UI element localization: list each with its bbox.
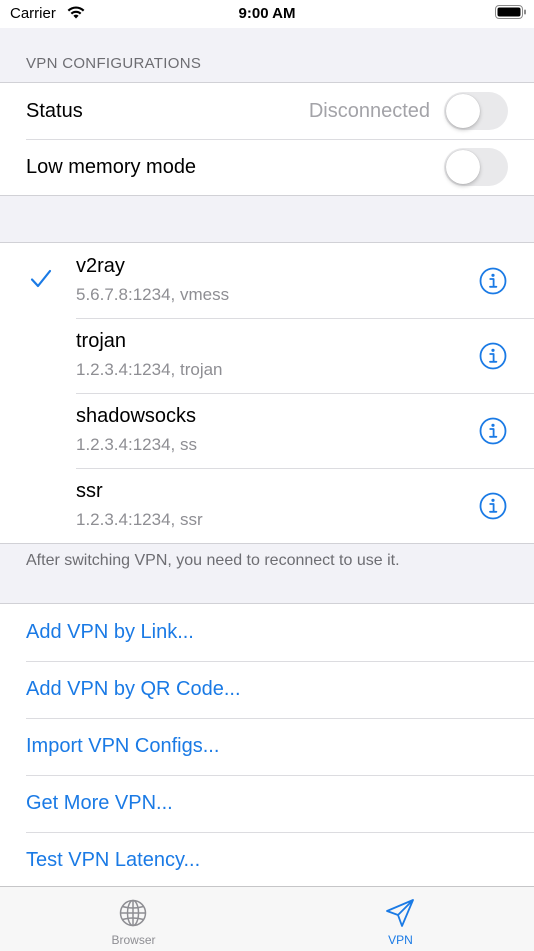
status-toggle[interactable] (444, 92, 508, 130)
paper-plane-icon (384, 897, 416, 934)
section-header-vpn-configurations: VPN CONFIGURATIONS (26, 55, 202, 72)
battery-icon (495, 5, 527, 25)
vpn-detail: 5.6.7.8:1234, vmess (76, 285, 230, 304)
info-icon[interactable] (479, 267, 507, 300)
vpn-name: ssr (76, 480, 103, 502)
vpn-footer-note: After switching VPN, you need to reconne… (26, 552, 400, 569)
action-label: Test VPN Latency... (26, 849, 201, 871)
actions-group: Add VPN by Link... Add VPN by QR Code...… (0, 603, 534, 890)
info-icon[interactable] (479, 342, 507, 375)
status-row: Status Disconnected (0, 83, 534, 139)
status-bar: Carrier 9:00 AM (0, 0, 534, 28)
vpn-item-ssr[interactable]: ssr 1.2.3.4:1234, ssr (0, 468, 534, 543)
info-icon[interactable] (479, 417, 507, 450)
status-label: Status (26, 99, 83, 122)
vpn-detail: 1.2.3.4:1234, ss (76, 435, 197, 454)
tab-bar: Browser VPN (0, 886, 534, 951)
vpn-item-v2ray[interactable]: v2ray 5.6.7.8:1234, vmess (0, 243, 534, 318)
clock: 9:00 AM (238, 5, 296, 22)
vpn-item-trojan[interactable]: trojan 1.2.3.4:1234, trojan (0, 318, 534, 393)
vpn-name: trojan (76, 330, 127, 352)
tab-label: Browser (111, 933, 156, 947)
add-vpn-by-qr-code-button[interactable]: Add VPN by QR Code... (0, 661, 534, 718)
get-more-vpn-button[interactable]: Get More VPN... (0, 775, 534, 832)
low-memory-row: Low memory mode (0, 139, 534, 195)
tab-vpn[interactable]: VPN (267, 887, 534, 951)
test-vpn-latency-button[interactable]: Test VPN Latency... (0, 832, 534, 889)
checkmark-icon (30, 269, 52, 294)
toggle-knob (446, 94, 480, 128)
vpn-list: v2ray 5.6.7.8:1234, vmess trojan 1.2.3.4… (0, 242, 534, 544)
low-memory-toggle[interactable] (444, 148, 508, 186)
action-label: Import VPN Configs... (26, 735, 220, 757)
action-label: Add VPN by Link... (26, 621, 194, 643)
status-value: Disconnected (308, 99, 430, 122)
tab-browser[interactable]: Browser (0, 887, 267, 951)
vpn-detail: 1.2.3.4:1234, ssr (76, 510, 203, 529)
import-vpn-configs-button[interactable]: Import VPN Configs... (0, 718, 534, 775)
toggle-knob (446, 150, 480, 184)
add-vpn-by-link-button[interactable]: Add VPN by Link... (0, 604, 534, 661)
vpn-name: shadowsocks (76, 405, 197, 427)
vpn-name: v2ray (76, 255, 125, 277)
info-icon[interactable] (479, 492, 507, 525)
globe-icon (117, 897, 149, 934)
action-label: Get More VPN... (26, 792, 173, 814)
vpn-item-shadowsocks[interactable]: shadowsocks 1.2.3.4:1234, ss (0, 393, 534, 468)
action-label: Add VPN by QR Code... (26, 678, 241, 700)
tab-label: VPN (388, 933, 413, 947)
config-group: Status Disconnected Low memory mode (0, 82, 534, 196)
low-memory-label: Low memory mode (26, 155, 197, 178)
vpn-detail: 1.2.3.4:1234, trojan (76, 360, 223, 379)
